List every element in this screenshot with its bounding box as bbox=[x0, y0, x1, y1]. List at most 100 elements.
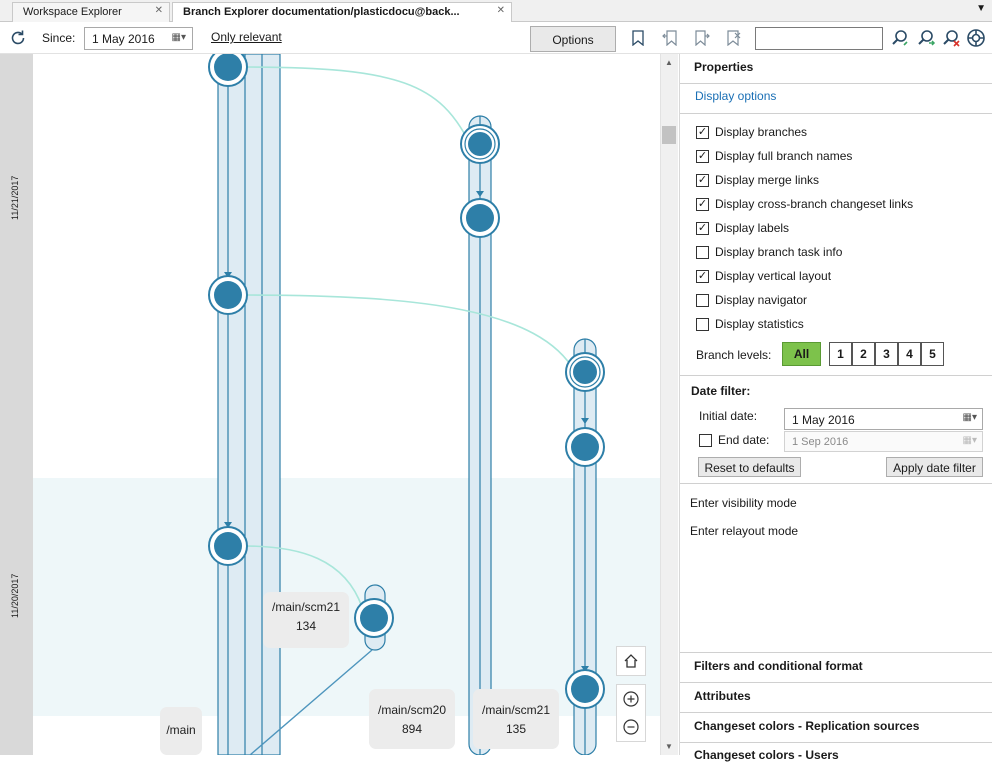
apply-date-filter-button[interactable]: Apply date filter bbox=[886, 457, 983, 477]
refresh-icon[interactable] bbox=[7, 27, 29, 49]
options-button[interactable]: Options bbox=[530, 26, 616, 52]
branch-level-2[interactable]: 2 bbox=[852, 342, 875, 366]
reset-defaults-button[interactable]: Reset to defaults bbox=[698, 457, 801, 477]
search-input[interactable] bbox=[755, 27, 883, 50]
calendar-icon[interactable]: ▦▾ bbox=[963, 412, 977, 423]
checkbox[interactable]: ✓ bbox=[696, 173, 709, 187]
level-label: 2 bbox=[860, 347, 867, 361]
changeset-number: 134 bbox=[295, 619, 317, 633]
tab-branch-explorer[interactable]: Branch Explorer documentation/plasticdoc… bbox=[172, 2, 512, 23]
checkbox-display-navigator[interactable]: Display navigator bbox=[696, 291, 807, 309]
since-date-picker[interactable]: 1 May 2016 ▦▾ bbox=[84, 27, 193, 50]
initial-date-picker[interactable]: 1 May 2016 ▦▾ bbox=[784, 408, 983, 430]
checkbox[interactable]: ✓ bbox=[696, 221, 709, 235]
search-next-icon[interactable] bbox=[915, 27, 937, 49]
section-changeset-colors-replication[interactable]: Changeset colors - Replication sources bbox=[680, 719, 992, 733]
checkbox-label: Display merge links bbox=[715, 173, 820, 187]
only-relevant-toggle[interactable]: Only relevant bbox=[211, 30, 282, 44]
search-previous-icon[interactable] bbox=[889, 27, 911, 49]
checkbox-label: Display branches bbox=[715, 125, 808, 139]
checkbox-display-labels[interactable]: ✓ Display labels bbox=[696, 219, 789, 237]
checkbox[interactable] bbox=[699, 433, 712, 447]
level-label: 3 bbox=[883, 347, 890, 361]
checkbox[interactable] bbox=[696, 245, 709, 259]
checkbox-display-vertical-layout[interactable]: ✓ Display vertical layout bbox=[696, 267, 831, 285]
scroll-down-icon[interactable]: ▼ bbox=[665, 742, 673, 751]
changeset-number: 894 bbox=[401, 722, 423, 736]
toolbar: Since: 1 May 2016 ▦▾ Only relevant Optio… bbox=[0, 22, 992, 54]
changeset-node[interactable] bbox=[460, 124, 500, 164]
scroll-up-icon[interactable]: ▲ bbox=[665, 58, 673, 67]
zoom-out-icon bbox=[623, 719, 639, 735]
changeset-node[interactable] bbox=[208, 526, 248, 566]
checkbox[interactable]: ✓ bbox=[696, 125, 709, 139]
branch-level-all[interactable]: All bbox=[782, 342, 821, 366]
date-filter-header: Date filter: bbox=[691, 384, 751, 398]
changeset-node[interactable] bbox=[208, 54, 248, 87]
only-relevant-label: Only relevant bbox=[211, 30, 282, 44]
close-icon[interactable]: ✕ bbox=[155, 5, 163, 16]
scroll-thumb[interactable] bbox=[662, 126, 676, 144]
branch-level-5[interactable]: 5 bbox=[921, 342, 944, 366]
zoom-out-button[interactable] bbox=[623, 713, 639, 741]
home-button[interactable] bbox=[616, 646, 646, 676]
visibility-mode-link[interactable]: Enter visibility mode bbox=[690, 496, 797, 510]
checkbox[interactable] bbox=[696, 293, 709, 307]
initial-date-label: Initial date: bbox=[699, 409, 758, 423]
bookmark-previous-icon[interactable] bbox=[659, 27, 681, 49]
checkbox-display-cross-branch-links[interactable]: ✓ Display cross-branch changeset links bbox=[696, 195, 913, 213]
tab-workspace-explorer[interactable]: Workspace Explorer ✕ bbox=[12, 2, 170, 22]
changeset-node[interactable] bbox=[565, 352, 605, 392]
close-icon[interactable]: ✕ bbox=[497, 5, 505, 16]
checkbox-display-full-branch-names[interactable]: ✓ Display full branch names bbox=[696, 147, 852, 165]
branch-label[interactable]: /main/scm21 135 bbox=[473, 689, 559, 749]
bookmark-next-icon[interactable] bbox=[691, 27, 713, 49]
checkbox-label: Display statistics bbox=[715, 317, 804, 331]
checkbox[interactable] bbox=[696, 317, 709, 331]
changeset-node[interactable] bbox=[354, 598, 394, 638]
changeset-node[interactable] bbox=[565, 669, 605, 709]
zoom-in-button[interactable] bbox=[623, 685, 639, 713]
search-clear-icon[interactable] bbox=[940, 27, 962, 49]
changeset-node[interactable] bbox=[460, 198, 500, 238]
checkbox[interactable]: ✓ bbox=[696, 149, 709, 163]
end-date-label: End date: bbox=[718, 433, 770, 447]
vertical-scrollbar[interactable]: ▲ ▼ bbox=[660, 54, 678, 755]
changeset-node[interactable] bbox=[565, 427, 605, 467]
checkbox-label: Display labels bbox=[715, 221, 790, 235]
apply-label: Apply date filter bbox=[893, 461, 976, 475]
since-date-value: 1 May 2016 bbox=[92, 32, 155, 46]
section-attributes[interactable]: Attributes bbox=[680, 689, 992, 703]
branch-level-3[interactable]: 3 bbox=[875, 342, 898, 366]
checkbox[interactable]: ✓ bbox=[696, 197, 709, 211]
reset-label: Reset to defaults bbox=[704, 461, 795, 475]
branch-level-1[interactable]: 1 bbox=[829, 342, 852, 366]
bookmark-icon[interactable] bbox=[627, 27, 649, 49]
navigator-icon[interactable] bbox=[965, 27, 987, 49]
relayout-mode-link[interactable]: Enter relayout mode bbox=[690, 524, 798, 538]
bookmark-clear-icon[interactable] bbox=[723, 27, 745, 49]
end-date-value: 1 Sep 2016 bbox=[792, 436, 849, 448]
checkbox-display-branches[interactable]: ✓ Display branches bbox=[696, 123, 807, 141]
tab-label: Workspace Explorer bbox=[23, 6, 122, 18]
branch-explorer-canvas[interactable]: 11/21/2017 11/20/2017 /main/scm21 134 /m… bbox=[0, 54, 660, 755]
calendar-icon[interactable]: ▦▾ bbox=[172, 32, 186, 43]
checkbox-display-branch-task-info[interactable]: Display branch task info bbox=[696, 243, 842, 261]
end-date-checkbox-row[interactable]: End date: bbox=[699, 431, 769, 449]
home-icon bbox=[624, 654, 638, 668]
checkbox-display-statistics[interactable]: Display statistics bbox=[696, 315, 804, 333]
level-label: 5 bbox=[929, 347, 936, 361]
branch-label[interactable]: /main bbox=[160, 707, 202, 755]
changeset-node[interactable] bbox=[208, 275, 248, 315]
tab-menu-icon[interactable]: ▼ bbox=[976, 3, 986, 14]
display-options-header[interactable]: Display options bbox=[695, 89, 776, 103]
section-changeset-colors-users[interactable]: Changeset colors - Users bbox=[680, 748, 992, 762]
options-label: Options bbox=[552, 33, 594, 47]
branch-label[interactable]: /main/scm21 134 bbox=[263, 592, 349, 648]
branch-main[interactable] bbox=[217, 54, 281, 755]
branch-level-4[interactable]: 4 bbox=[898, 342, 921, 366]
checkbox-display-merge-links[interactable]: ✓ Display merge links bbox=[696, 171, 819, 189]
checkbox[interactable]: ✓ bbox=[696, 269, 709, 283]
section-filters[interactable]: Filters and conditional format bbox=[680, 659, 992, 673]
branch-label[interactable]: /main/scm20 894 bbox=[369, 689, 455, 749]
